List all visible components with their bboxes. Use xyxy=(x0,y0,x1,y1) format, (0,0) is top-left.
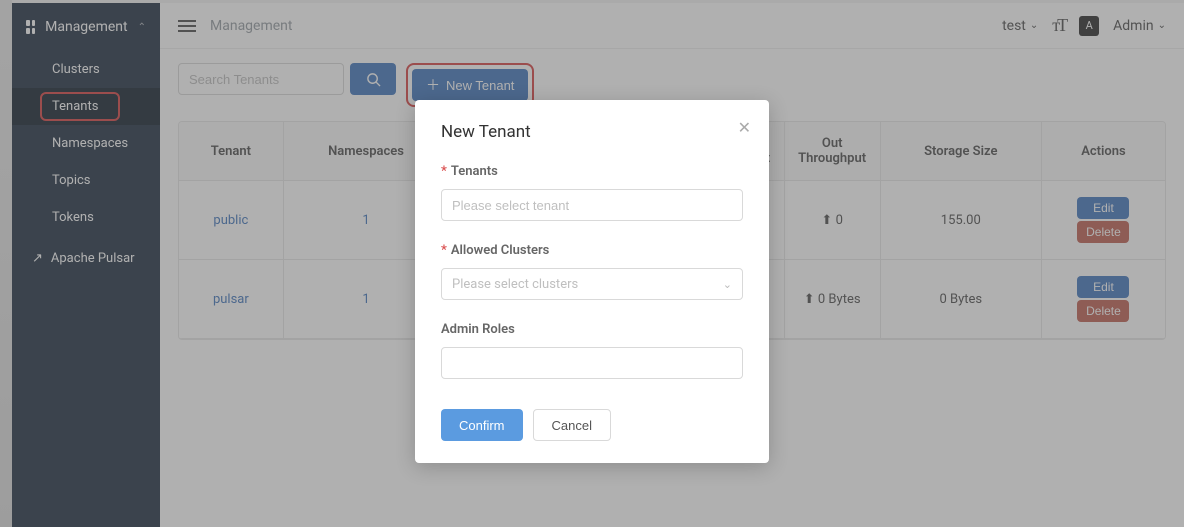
required-asterisk: * xyxy=(441,164,447,179)
form-group-clusters: * Allowed Clusters Please select clusters… xyxy=(441,243,743,300)
form-group-roles: Admin Roles xyxy=(441,322,743,379)
required-asterisk: * xyxy=(441,243,447,258)
clusters-label: * Allowed Clusters xyxy=(441,243,743,258)
form-group-tenants: * Tenants xyxy=(441,164,743,221)
modal-title: New Tenant xyxy=(441,122,743,142)
tenants-input[interactable] xyxy=(441,189,743,221)
roles-label: Admin Roles xyxy=(441,322,743,337)
close-icon[interactable]: ✕ xyxy=(738,118,751,137)
select-placeholder: Please select clusters xyxy=(452,277,578,292)
confirm-button[interactable]: Confirm xyxy=(441,409,523,441)
chevron-down-icon: ⌄ xyxy=(723,278,732,291)
modal-footer: Confirm Cancel xyxy=(441,409,743,441)
label-text: Tenants xyxy=(451,164,498,179)
clusters-select[interactable]: Please select clusters ⌄ xyxy=(441,268,743,300)
cancel-button[interactable]: Cancel xyxy=(533,409,611,441)
roles-input[interactable] xyxy=(441,347,743,379)
modal-overlay[interactable]: New Tenant ✕ * Tenants * Allowed Clusters … xyxy=(0,0,1184,527)
label-text: Allowed Clusters xyxy=(451,243,549,258)
tenants-label: * Tenants xyxy=(441,164,743,179)
new-tenant-modal: New Tenant ✕ * Tenants * Allowed Clusters … xyxy=(415,100,769,463)
